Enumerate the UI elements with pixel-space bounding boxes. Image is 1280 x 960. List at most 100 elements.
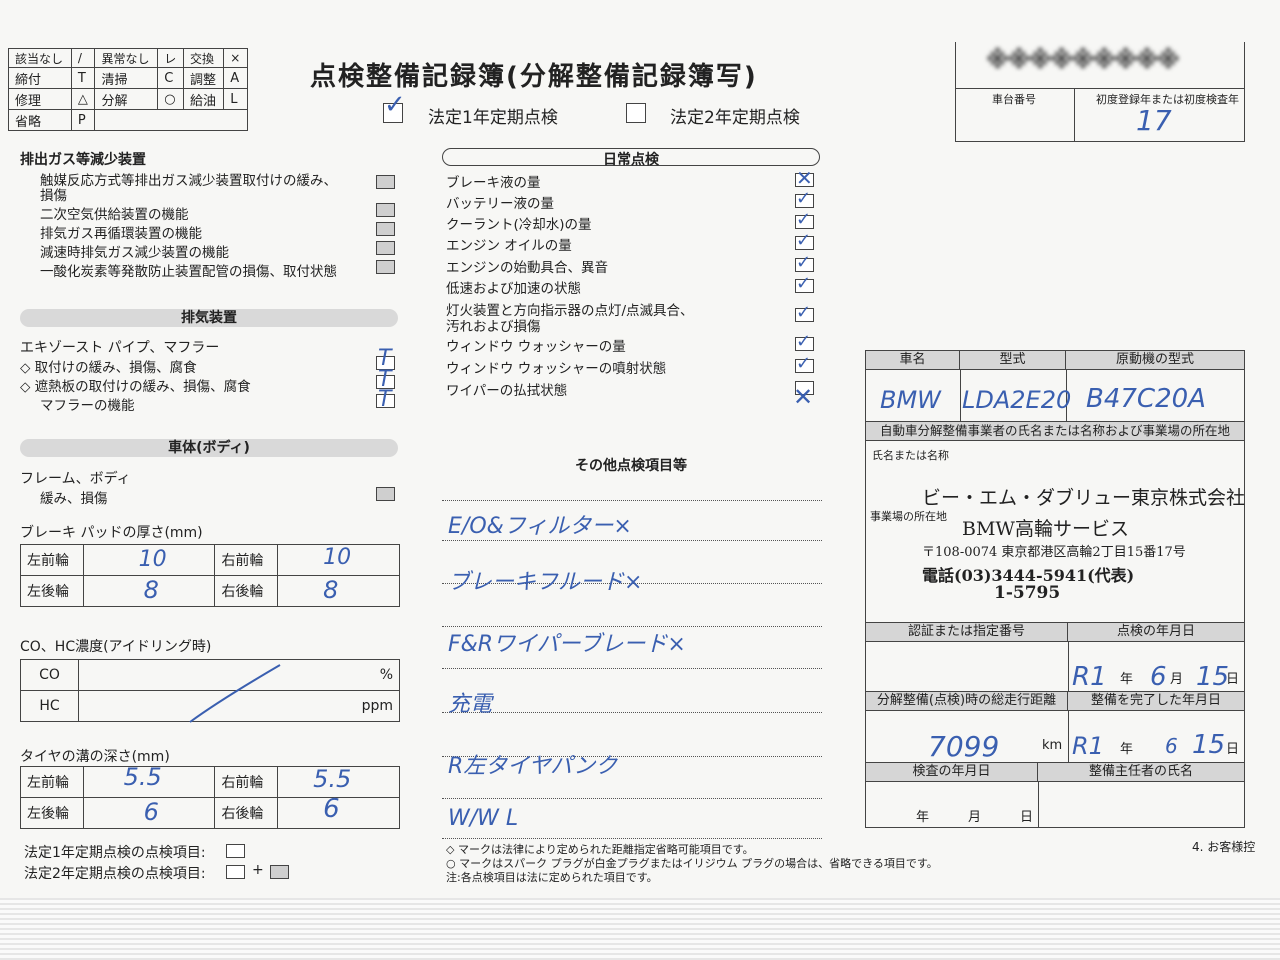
vehicle-engine-label: 原動機の型式	[1066, 351, 1244, 369]
reg-col-divider	[1074, 88, 1075, 142]
body-checkbox[interactable]	[376, 487, 395, 501]
other-line: 充電	[448, 692, 493, 717]
dealer-cert: 1-5795	[994, 583, 1061, 603]
row-divider	[866, 781, 1244, 782]
brake-table: 左前輪 10 右前輪 10 左後輪 8 右後輪 8	[20, 544, 400, 607]
daily-item: クーラント(冷却水)の量	[446, 217, 592, 233]
tire-rf-label: 右前輪	[214, 766, 279, 798]
legend-cell: L	[223, 88, 248, 110]
dealer-company: ビー・エム・ダブリュー東京株式会社	[922, 487, 1246, 509]
emission-item: 排気ガス再循環装置の機能	[40, 226, 202, 242]
tire-lr-label: 左後輪	[20, 797, 84, 829]
cross-mark-icon: ✕	[796, 166, 813, 190]
emission-checkbox[interactable]	[376, 203, 395, 217]
row-divider	[866, 369, 1244, 370]
exhaust-item: ◇ 遮熱板の取付けの緩み、損傷、腐食	[20, 379, 251, 395]
legend-cell: /	[70, 48, 96, 68]
inspect-month: 6	[1150, 662, 1167, 692]
hc-label: HC	[20, 690, 79, 722]
legend-1yr: 法定1年定期点検の点検項目:	[24, 845, 206, 861]
legend-cell: 締付	[8, 67, 72, 89]
legend-2yr: 法定2年定期点検の点検項目:	[24, 866, 206, 882]
check-mark-icon: ✓	[796, 273, 812, 294]
note-line: 注:各点検項目は法に定められた項目です。	[446, 871, 658, 884]
dotted-line	[442, 500, 822, 501]
legend-2yr-box-gray	[270, 865, 289, 879]
legend-cell: 給油	[183, 88, 225, 110]
other-line: F&Rワイパーブレード×	[448, 632, 686, 657]
exhaust-title: 排気装置	[20, 309, 398, 327]
tire-lr-cell: 6	[82, 797, 216, 829]
emission-item: 二次空気供給装置の機能	[40, 207, 189, 223]
mileage-value: 7099	[928, 730, 1000, 763]
body-sub: フレーム、ボディ	[20, 471, 131, 487]
brake-lf-value: 10	[138, 547, 167, 572]
check-mark-icon: ✓	[796, 302, 812, 323]
row-divider	[866, 440, 1244, 441]
daily-item: バッテリー液の量	[446, 196, 554, 212]
vehicle-type-label: 型式	[960, 351, 1066, 369]
reg-label: 車台番号	[992, 93, 1036, 106]
emission-checkbox[interactable]	[376, 175, 395, 189]
tire-table: 左前輪 5.5 右前輪 5.5 左後輪 6 右後輪 6	[20, 763, 400, 829]
tire-lf-label: 左前輪	[20, 766, 84, 798]
legend-plus: +	[252, 862, 264, 878]
legend-table: 該当なし / 異常なし レ 交換 × 締付 T 清掃 C 調整 A 修理 △ 分…	[8, 48, 248, 131]
legend-cell: T	[70, 67, 96, 89]
row-divider	[866, 641, 1244, 642]
year-label: 年	[916, 810, 930, 825]
brake-lr-label: 左後輪	[20, 575, 84, 607]
tire-lf-cell: 5.5	[82, 763, 216, 798]
done-day: 15	[1192, 730, 1226, 760]
cross-mark-icon: ✕	[793, 383, 814, 411]
daily-item: 低速および加速の状態	[446, 281, 581, 297]
emission-item: 触媒反応方式等排出ガス減少装置取付けの緩み、	[40, 173, 337, 189]
brake-rr-label: 右後輪	[214, 575, 279, 607]
inspect-day: 15	[1196, 662, 1230, 692]
registration-box: ※※※※※※※※※ 車台番号 初度登録年または初度検査年 17	[955, 42, 1245, 142]
dotted-line	[442, 668, 822, 669]
emission-checkbox[interactable]	[376, 241, 395, 255]
legend-cell: 該当なし	[8, 48, 72, 68]
emission-checkbox[interactable]	[376, 222, 395, 236]
row-divider	[866, 710, 1244, 711]
vehicle-name-label: 車名	[866, 351, 960, 369]
daily-title: 日常点検	[603, 152, 659, 168]
page-edge	[0, 898, 1280, 960]
emission-checkbox[interactable]	[376, 260, 395, 274]
other-title: その他点検項目等	[575, 458, 687, 474]
brake-lr-cell: 8	[82, 575, 216, 607]
daily-item: エンジン オイルの量	[446, 238, 572, 254]
month-label: 月	[1170, 672, 1184, 687]
vehicle-engine: B47C20A	[1086, 384, 1206, 414]
inspect-era: R1	[1072, 662, 1107, 692]
col-divider	[1068, 710, 1069, 762]
strike-line	[189, 664, 281, 723]
daily-item: ウィンドウ ウォッシャーの量	[446, 339, 626, 355]
exhaust-sub: エキゾースト パイプ、マフラー	[20, 340, 220, 356]
reg-divider	[956, 88, 1244, 89]
brake-rf-cell: 10	[277, 544, 400, 576]
tire-rf-cell: 5.5	[277, 765, 400, 798]
co-label: CO	[20, 659, 79, 691]
option1-label: 法定1年定期点検	[428, 108, 558, 128]
dotted-line	[442, 838, 822, 839]
brake-rf-label: 右前輪	[214, 544, 279, 576]
emission-item: 損傷	[40, 188, 67, 204]
check-date-label: 検査の年月日	[866, 763, 1038, 781]
legend-cell: ×	[223, 48, 248, 68]
other-line: E/O&フィルター×	[448, 514, 632, 539]
dealer-address: 〒108-0074 東京都港区高輪2丁目15番17号	[922, 545, 1186, 560]
check-mark-icon: ✓	[796, 209, 812, 230]
legend-cell-empty	[94, 109, 248, 131]
legend-cell: 分解	[94, 88, 159, 110]
km-label: km	[1042, 738, 1063, 753]
option2-checkbox[interactable]	[626, 103, 646, 123]
legend-cell: 清掃	[94, 67, 159, 89]
done-month: 6	[1165, 734, 1178, 758]
brake-lr-value: 8	[143, 576, 159, 604]
daily-item: 汚れおよび損傷	[446, 319, 541, 335]
check-mark-icon: ✓	[796, 230, 812, 251]
daily-item: エンジンの始動具合、異音	[446, 260, 608, 276]
other-line: R左タイヤパンク	[448, 754, 618, 779]
